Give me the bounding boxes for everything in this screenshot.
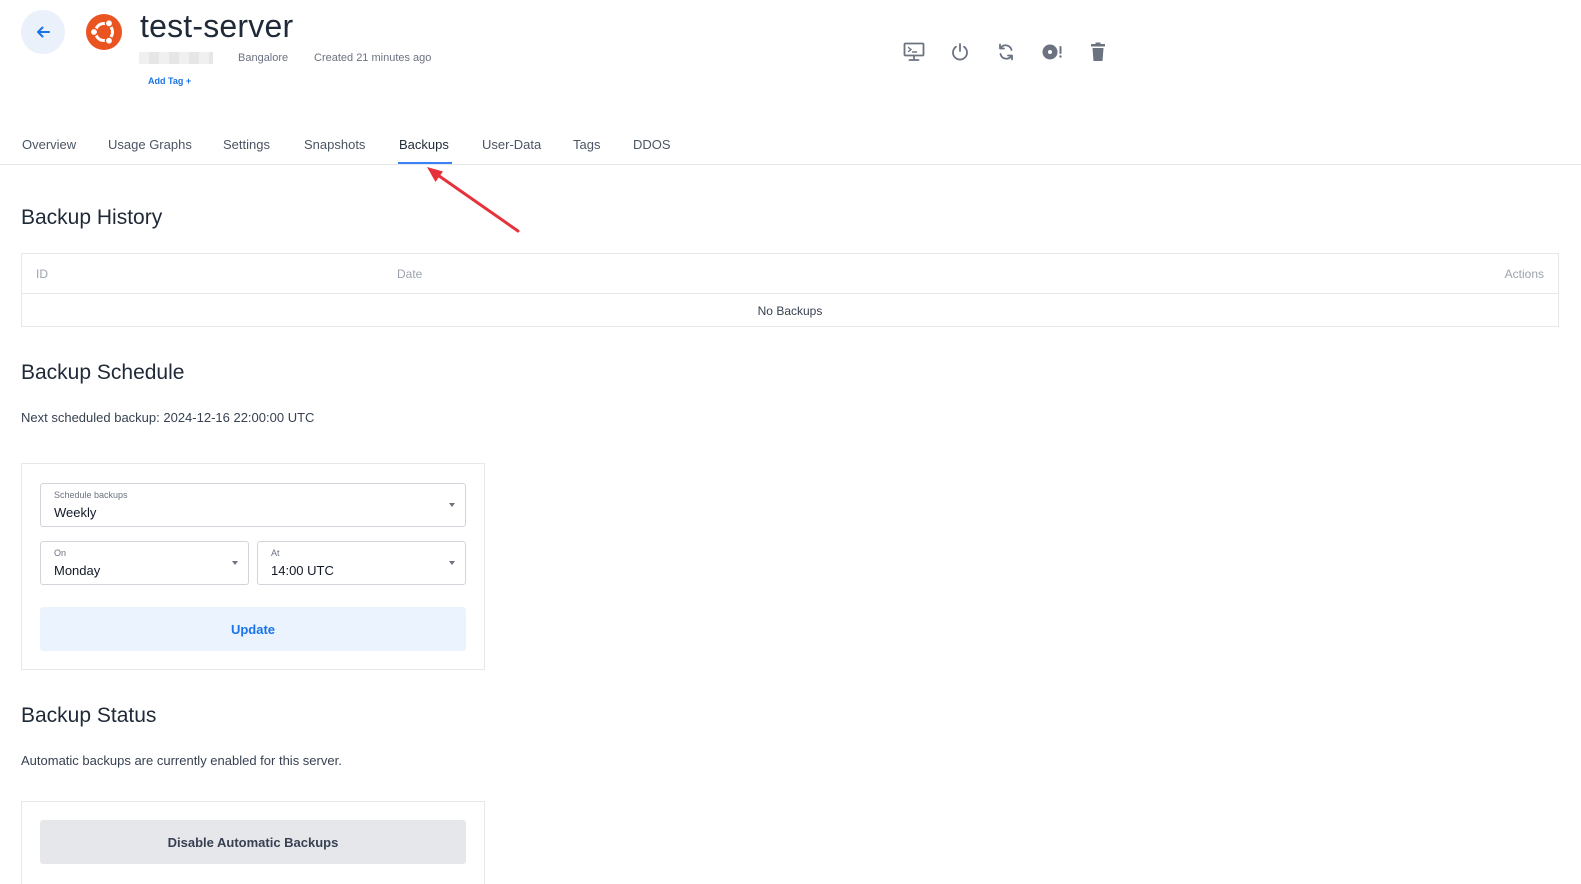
table-empty-row: No Backups — [757, 303, 823, 318]
console-button[interactable] — [903, 40, 925, 64]
power-button[interactable] — [949, 40, 971, 64]
tab-backups[interactable]: Backups — [399, 137, 449, 152]
reinstall-button[interactable] — [1041, 40, 1063, 64]
reinstall-icon — [1042, 44, 1062, 60]
column-header-id: ID — [36, 267, 48, 281]
schedule-day-value: Monday — [54, 563, 101, 578]
delete-button[interactable] — [1087, 40, 1109, 64]
back-button[interactable] — [21, 10, 65, 54]
backup-status-text: Automatic backups are currently enabled … — [21, 753, 342, 768]
backup-status-card: Disable Automatic Backups — [21, 801, 485, 884]
schedule-day-label: On — [54, 548, 67, 558]
schedule-frequency-select[interactable]: Schedule backups Weekly — [40, 483, 466, 527]
schedule-time-label: At — [271, 548, 280, 558]
server-name: test-server — [140, 8, 294, 44]
chevron-down-icon — [449, 561, 455, 565]
power-icon — [952, 43, 968, 61]
tab-usage-graphs[interactable]: Usage Graphs — [108, 137, 192, 152]
next-backup-text: Next scheduled backup: 2024-12-16 22:00:… — [21, 410, 315, 425]
update-button[interactable]: Update — [40, 607, 466, 651]
tab-overview[interactable]: Overview — [22, 137, 76, 152]
schedule-frequency-value: Weekly — [54, 505, 97, 520]
schedule-day-select[interactable]: On Monday — [40, 541, 249, 585]
restart-button[interactable] — [995, 40, 1017, 64]
backup-schedule-title: Backup Schedule — [21, 361, 185, 384]
tab-user-data[interactable]: User-Data — [482, 137, 541, 152]
server-location: Bangalore — [238, 52, 289, 64]
schedule-frequency-label: Schedule backups — [54, 490, 128, 500]
trash-icon — [1091, 42, 1105, 61]
tab-settings[interactable]: Settings — [223, 137, 270, 152]
backup-status-title: Backup Status — [21, 704, 157, 727]
schedule-card: Schedule backups Weekly On Monday At 14:… — [21, 463, 485, 670]
arrow-left-icon — [37, 26, 50, 38]
tab-ddos[interactable]: DDOS — [633, 137, 671, 152]
server-created: Created 21 minutes ago — [314, 52, 432, 64]
column-header-date: Date — [397, 267, 423, 281]
chevron-down-icon — [449, 503, 455, 507]
server-toolbar — [903, 40, 1109, 64]
ip-address-redacted — [139, 52, 213, 64]
restart-icon — [999, 43, 1013, 61]
add-tag-link[interactable]: Add Tag + — [148, 76, 191, 86]
chevron-down-icon — [232, 561, 238, 565]
ubuntu-logo-icon — [86, 14, 122, 50]
schedule-time-select[interactable]: At 14:00 UTC — [257, 541, 466, 585]
backup-history-table: ID Date Actions No Backups — [21, 253, 1559, 327]
annotation-arrow — [427, 167, 520, 233]
tab-tags[interactable]: Tags — [573, 137, 600, 152]
column-header-actions: Actions — [1504, 267, 1544, 281]
tab-bar: Overview Usage Graphs Settings Snapshots… — [0, 128, 1581, 165]
disable-automatic-backups-button[interactable]: Disable Automatic Backups — [40, 820, 466, 864]
schedule-time-value: 14:00 UTC — [271, 563, 334, 578]
active-tab-indicator — [398, 162, 452, 164]
backup-history-title: Backup History — [21, 206, 163, 229]
table-header-row: ID Date Actions — [22, 254, 1558, 294]
tab-snapshots[interactable]: Snapshots — [304, 137, 365, 152]
console-icon — [903, 42, 925, 61]
server-header: test-server Bangalore Created 21 minutes… — [0, 0, 1581, 110]
